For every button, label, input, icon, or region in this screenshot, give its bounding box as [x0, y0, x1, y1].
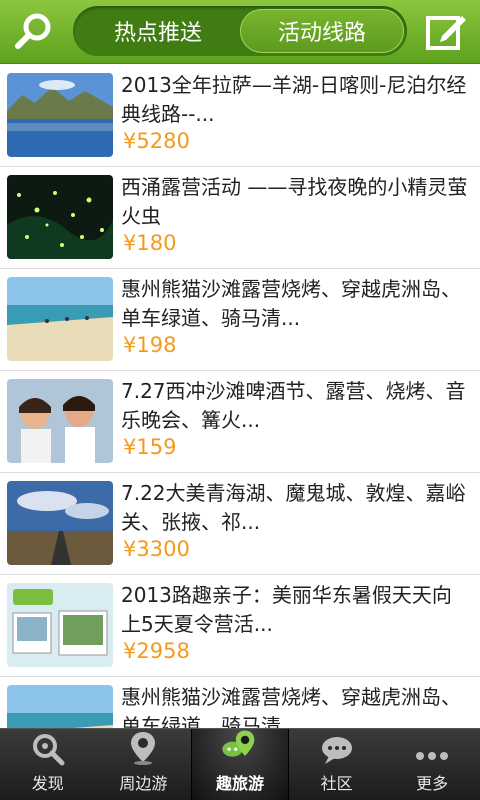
tab-nearby[interactable]: 周边游 [96, 729, 192, 800]
bottom-tab-bar: 发现 周边游 趣旅游 社区 更多 [0, 728, 480, 800]
chat-pin-icon [222, 730, 255, 757]
tab-label: 周边游 [119, 774, 168, 793]
route-thumbnail [7, 73, 113, 157]
edit-button[interactable] [422, 8, 470, 56]
route-title: 7.27西冲沙滩啤酒节、露营、烧烤、音乐晚会、篝火... [121, 379, 466, 432]
search-button[interactable] [10, 8, 58, 56]
tab-community[interactable]: 社区 [289, 729, 385, 800]
list-item[interactable]: 西涌露营活动 ——寻找夜晚的小精灵萤火虫 ¥180 [0, 167, 480, 269]
route-thumbnail [7, 379, 113, 463]
route-thumbnail [7, 175, 113, 259]
tab-hot-push[interactable]: 热点推送 [76, 9, 240, 53]
list-item[interactable]: 7.22大美青海湖、魔鬼城、敦煌、嘉峪关、张掖、祁... ¥3300 [0, 473, 480, 575]
route-thumbnail [7, 481, 113, 565]
route-price: ¥3300 [123, 537, 190, 561]
tab-more[interactable]: 更多 [384, 729, 480, 800]
tab-fun-travel[interactable]: 趣旅游 [191, 729, 289, 800]
list-item[interactable]: 2013全年拉萨—羊湖-日喀则-尼泊尔经典线路--... ¥5280 [0, 65, 480, 167]
tab-label: 趣旅游 [215, 774, 264, 793]
tab-discover[interactable]: 发现 [0, 729, 96, 800]
search-icon [15, 13, 51, 49]
location-pin-icon [131, 732, 156, 765]
route-title: 惠州熊猫沙滩露营烧烤、穿越虎洲岛、单车绿道、骑马清... [121, 685, 461, 728]
route-title: 西涌露营活动 ——寻找夜晚的小精灵萤火虫 [121, 175, 468, 228]
route-list[interactable]: 2013全年拉萨—羊湖-日喀则-尼泊尔经典线路--... ¥5280 西涌露营活… [0, 65, 480, 728]
route-title: 2013全年拉萨—羊湖-日喀则-尼泊尔经典线路--... [121, 73, 467, 126]
route-thumbnail [7, 685, 113, 728]
route-title: 惠州熊猫沙滩露营烧烤、穿越虎洲岛、单车绿道、骑马清... [121, 277, 461, 330]
route-price: ¥2958 [123, 639, 190, 663]
list-item[interactable]: 7.27西冲沙滩啤酒节、露营、烧烤、音乐晚会、篝火... ¥159 [0, 371, 480, 473]
route-price: ¥180 [123, 231, 177, 255]
more-dots-icon [416, 752, 449, 760]
speech-bubble-icon [321, 737, 352, 764]
route-price: ¥198 [123, 333, 177, 357]
route-price: ¥159 [123, 435, 177, 459]
edit-icon [426, 16, 466, 50]
list-item[interactable]: 2013路趣亲子：美丽华东暑假天天向上5天夏令营活... ¥2958 [0, 575, 480, 677]
list-item[interactable]: 惠州熊猫沙滩露营烧烤、穿越虎洲岛、单车绿道、骑马清... [0, 677, 480, 728]
list-item[interactable]: 惠州熊猫沙滩露营烧烤、穿越虎洲岛、单车绿道、骑马清... ¥198 [0, 269, 480, 371]
top-header: 热点推送 活动线路 [0, 0, 480, 64]
route-price: ¥5280 [123, 129, 190, 153]
route-title: 7.22大美青海湖、魔鬼城、敦煌、嘉峪关、张掖、祁... [121, 481, 466, 534]
tab-label: 发现 [31, 774, 64, 793]
segmented-control: 热点推送 活动线路 [73, 6, 407, 56]
route-thumbnail [7, 277, 113, 361]
discover-icon [32, 734, 65, 766]
route-thumbnail [7, 583, 113, 667]
tab-label: 更多 [416, 774, 449, 793]
tab-label: 社区 [320, 774, 353, 793]
tab-activity-routes[interactable]: 活动线路 [240, 9, 404, 53]
route-title: 2013路趣亲子：美丽华东暑假天天向上5天夏令营活... [121, 583, 452, 636]
